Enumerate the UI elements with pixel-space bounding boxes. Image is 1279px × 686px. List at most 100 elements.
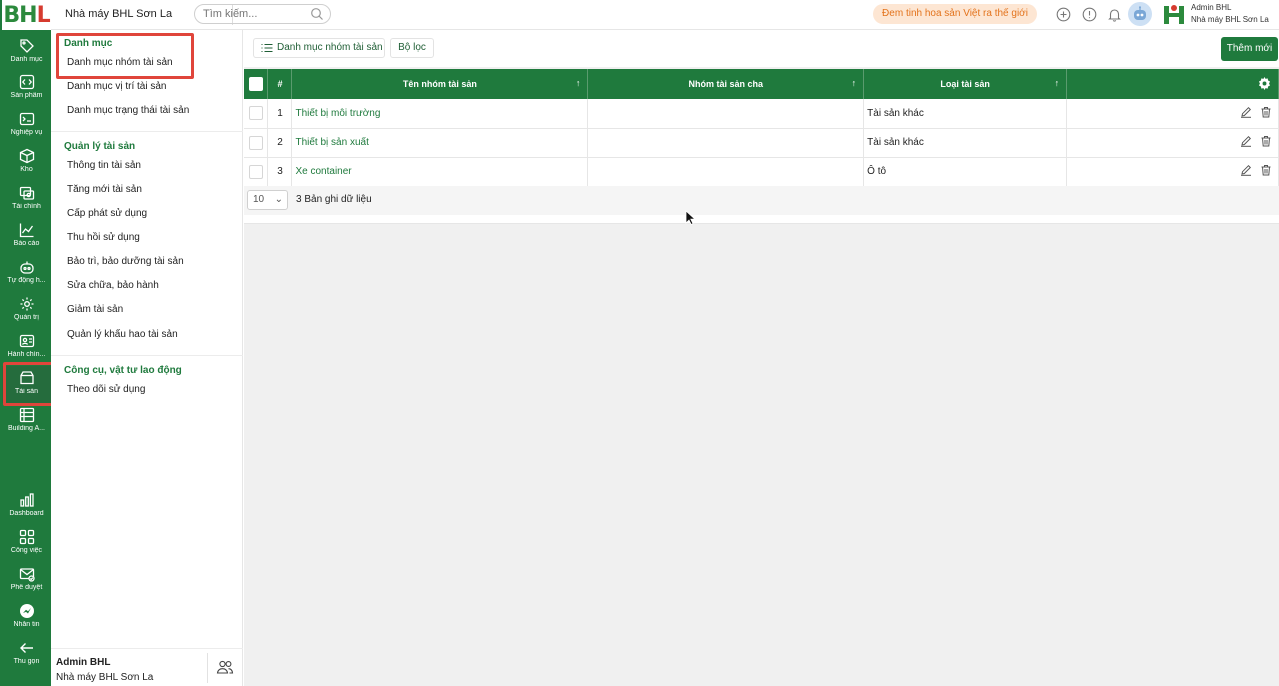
- tab-bo-loc[interactable]: Bộ lọc: [390, 38, 434, 58]
- plus-circle-icon[interactable]: [1056, 7, 1071, 22]
- top-bar: Nhà máy BHL Sơn La Đem tinh hoa sản Việt…: [51, 0, 1279, 30]
- trash-icon[interactable]: [1260, 106, 1272, 118]
- sidebar-item-thong-tin-tai-san[interactable]: Thông tin tài sản: [67, 160, 141, 171]
- row-parent: [587, 157, 865, 186]
- rail-item-label: Nhắn tin: [13, 621, 40, 628]
- sidebar-item-sua-chua-bao-hanh[interactable]: Sửa chữa, bảo hành: [67, 280, 159, 291]
- factory-name[interactable]: Nhà máy BHL Sơn La: [65, 8, 172, 20]
- page-size-select[interactable]: 10 ⌄: [247, 190, 288, 210]
- user-name[interactable]: Admin BHL: [1191, 3, 1231, 12]
- messenger-icon: [19, 604, 34, 618]
- sidebar-item-cap-phat-su-dung[interactable]: Cấp phát sử dụng: [67, 208, 147, 219]
- row-actions: [1066, 99, 1279, 128]
- tab-label: Danh mục nhóm tài sản: [277, 42, 383, 53]
- row-actions: [1066, 128, 1279, 157]
- rail-item-nghiep-vu[interactable]: Nghiệp vụ: [2, 107, 51, 144]
- row-name-link[interactable]: Xe container: [291, 157, 589, 186]
- edit-icon[interactable]: [1240, 106, 1252, 118]
- company-avatar[interactable]: [1161, 2, 1187, 28]
- header-index: #: [267, 69, 293, 99]
- sidebar-item-tang-moi-tai-san[interactable]: Tăng mới tài sản: [67, 184, 142, 195]
- users-icon[interactable]: [216, 658, 234, 676]
- add-new-button[interactable]: Thêm mới: [1221, 37, 1278, 61]
- table-row[interactable]: 1 Thiết bị môi trường Tài sản khác: [244, 99, 1279, 128]
- row-name-link[interactable]: Thiết bị sản xuất: [291, 128, 589, 157]
- rail-item-label: Building A...: [8, 425, 45, 432]
- rail-item-phe-duyet[interactable]: Phê duyệt: [2, 562, 51, 599]
- tab-danh-muc-nhom-tai-san[interactable]: Danh mục nhóm tài sản: [253, 38, 385, 58]
- edit-icon[interactable]: [1240, 164, 1252, 176]
- row-checkbox[interactable]: [248, 106, 263, 121]
- sidebar-item-theo-doi-su-dung[interactable]: Theo dõi sử dụng: [67, 384, 145, 395]
- row-type: Tài sản khác: [863, 128, 1068, 157]
- rail-item-bao-cao[interactable]: Báo cáo: [2, 218, 51, 255]
- sidebar-item-bao-tri-bao-duong[interactable]: Bảo trì, bảo dưỡng tài sản: [67, 256, 184, 267]
- app-logo[interactable]: BHL: [2, 0, 51, 30]
- row-select[interactable]: [244, 99, 269, 128]
- slogan-badge: Đem tinh hoa sản Việt ra thế giới: [873, 4, 1037, 24]
- money-icon: [19, 186, 34, 200]
- sidebar-item-danh-muc-vi-tri-tai-san[interactable]: Danh mục vị trí tài sản: [67, 81, 166, 92]
- building-icon: [19, 407, 34, 423]
- sidebar-item-thu-hoi-su-dung[interactable]: Thu hồi sử dụng: [67, 232, 140, 243]
- rail-item-tu-dong-hoa[interactable]: Tự động h...: [2, 255, 51, 292]
- rail-item-label: Kho: [20, 166, 33, 173]
- sort-arrow-icon[interactable]: ↑: [576, 78, 581, 88]
- sidebar-item-giam-tai-san[interactable]: Giảm tài sản: [67, 304, 123, 315]
- bell-icon[interactable]: [1107, 7, 1122, 22]
- rail-item-label: Báo cáo: [13, 240, 40, 247]
- bar-chart-icon: [19, 493, 34, 507]
- asset-group-table: # Tên nhóm tài sản ↑ Nhóm tài sản cha ↑ Lo…: [244, 69, 1279, 187]
- rail-highlight-box: [3, 362, 54, 406]
- info-icon[interactable]: [1082, 7, 1097, 22]
- search-icon[interactable]: [310, 7, 324, 21]
- search-input[interactable]: [195, 5, 300, 23]
- rail-item-building[interactable]: Building A...: [2, 403, 51, 440]
- header-parent[interactable]: Nhóm tài sản cha ↑: [587, 69, 865, 99]
- rail-item-label: Nghiệp vụ: [10, 129, 43, 136]
- edit-icon[interactable]: [1240, 135, 1252, 147]
- rail-item-danh-muc[interactable]: Danh mục: [2, 34, 51, 71]
- rail-item-san-pham[interactable]: Sản phẩm: [2, 70, 51, 107]
- trash-icon[interactable]: [1260, 164, 1272, 176]
- row-index: 3: [267, 157, 293, 186]
- row-checkbox[interactable]: [248, 164, 263, 179]
- list-icon: [261, 43, 273, 53]
- rail-item-hanh-chinh[interactable]: Hành chín...: [2, 329, 51, 366]
- assistant-bot-icon[interactable]: [1128, 2, 1152, 26]
- header-name[interactable]: Tên nhóm tài sản ↑: [291, 69, 589, 99]
- arrow-left-icon: [19, 643, 33, 653]
- rail-item-kho[interactable]: Kho: [2, 144, 51, 181]
- code-icon: [19, 74, 34, 90]
- rail-item-label: Quản trị: [14, 314, 39, 321]
- row-select[interactable]: [244, 157, 269, 186]
- sidebar-item-quan-ly-khau-hao[interactable]: Quản lý khấu hao tài sản: [67, 329, 178, 340]
- row-checkbox[interactable]: [248, 135, 263, 150]
- header-type[interactable]: Loại tài sản ↑: [863, 69, 1068, 99]
- rail-item-cong-viec[interactable]: Công việc: [2, 525, 51, 562]
- rail-item-tai-chinh[interactable]: Tài chính: [2, 181, 51, 218]
- row-type: Tài sản khác: [863, 99, 1068, 128]
- grid-icon: [19, 529, 34, 545]
- sidebar-item-danh-muc-trang-thai-tai-san[interactable]: Danh mục trạng thái tài sản: [67, 105, 189, 116]
- sort-arrow-icon[interactable]: ↑: [852, 78, 857, 88]
- search-box[interactable]: [194, 4, 331, 24]
- trash-icon[interactable]: [1260, 135, 1272, 147]
- table-row[interactable]: 3 Xe container Ô tô: [244, 157, 1279, 186]
- table-row[interactable]: 2 Thiết bị sản xuất Tài sản khác: [244, 128, 1279, 157]
- settings-gear-icon[interactable]: [1258, 76, 1271, 90]
- rail-item-nhan-tin[interactable]: Nhắn tin: [2, 599, 51, 636]
- rail-item-thu-gon[interactable]: Thu gọn: [2, 636, 51, 673]
- rail-item-label: Sản phẩm: [10, 92, 43, 99]
- robot-icon: [19, 261, 34, 274]
- header-settings: [1066, 69, 1279, 99]
- sort-arrow-icon[interactable]: ↑: [1055, 78, 1060, 88]
- select-all-checkbox[interactable]: [248, 77, 263, 91]
- toolbar: Danh mục nhóm tài sản Bộ lọc Thêm mới: [244, 30, 1279, 67]
- page-size-value: 10: [253, 194, 265, 205]
- rail-item-quan-tri[interactable]: Quản trị: [2, 292, 51, 329]
- row-select[interactable]: [244, 128, 269, 157]
- rail-item-dashboard[interactable]: Dashboard: [2, 488, 51, 525]
- row-name-link[interactable]: Thiết bị môi trường: [291, 99, 589, 128]
- header-select-all[interactable]: [244, 69, 269, 99]
